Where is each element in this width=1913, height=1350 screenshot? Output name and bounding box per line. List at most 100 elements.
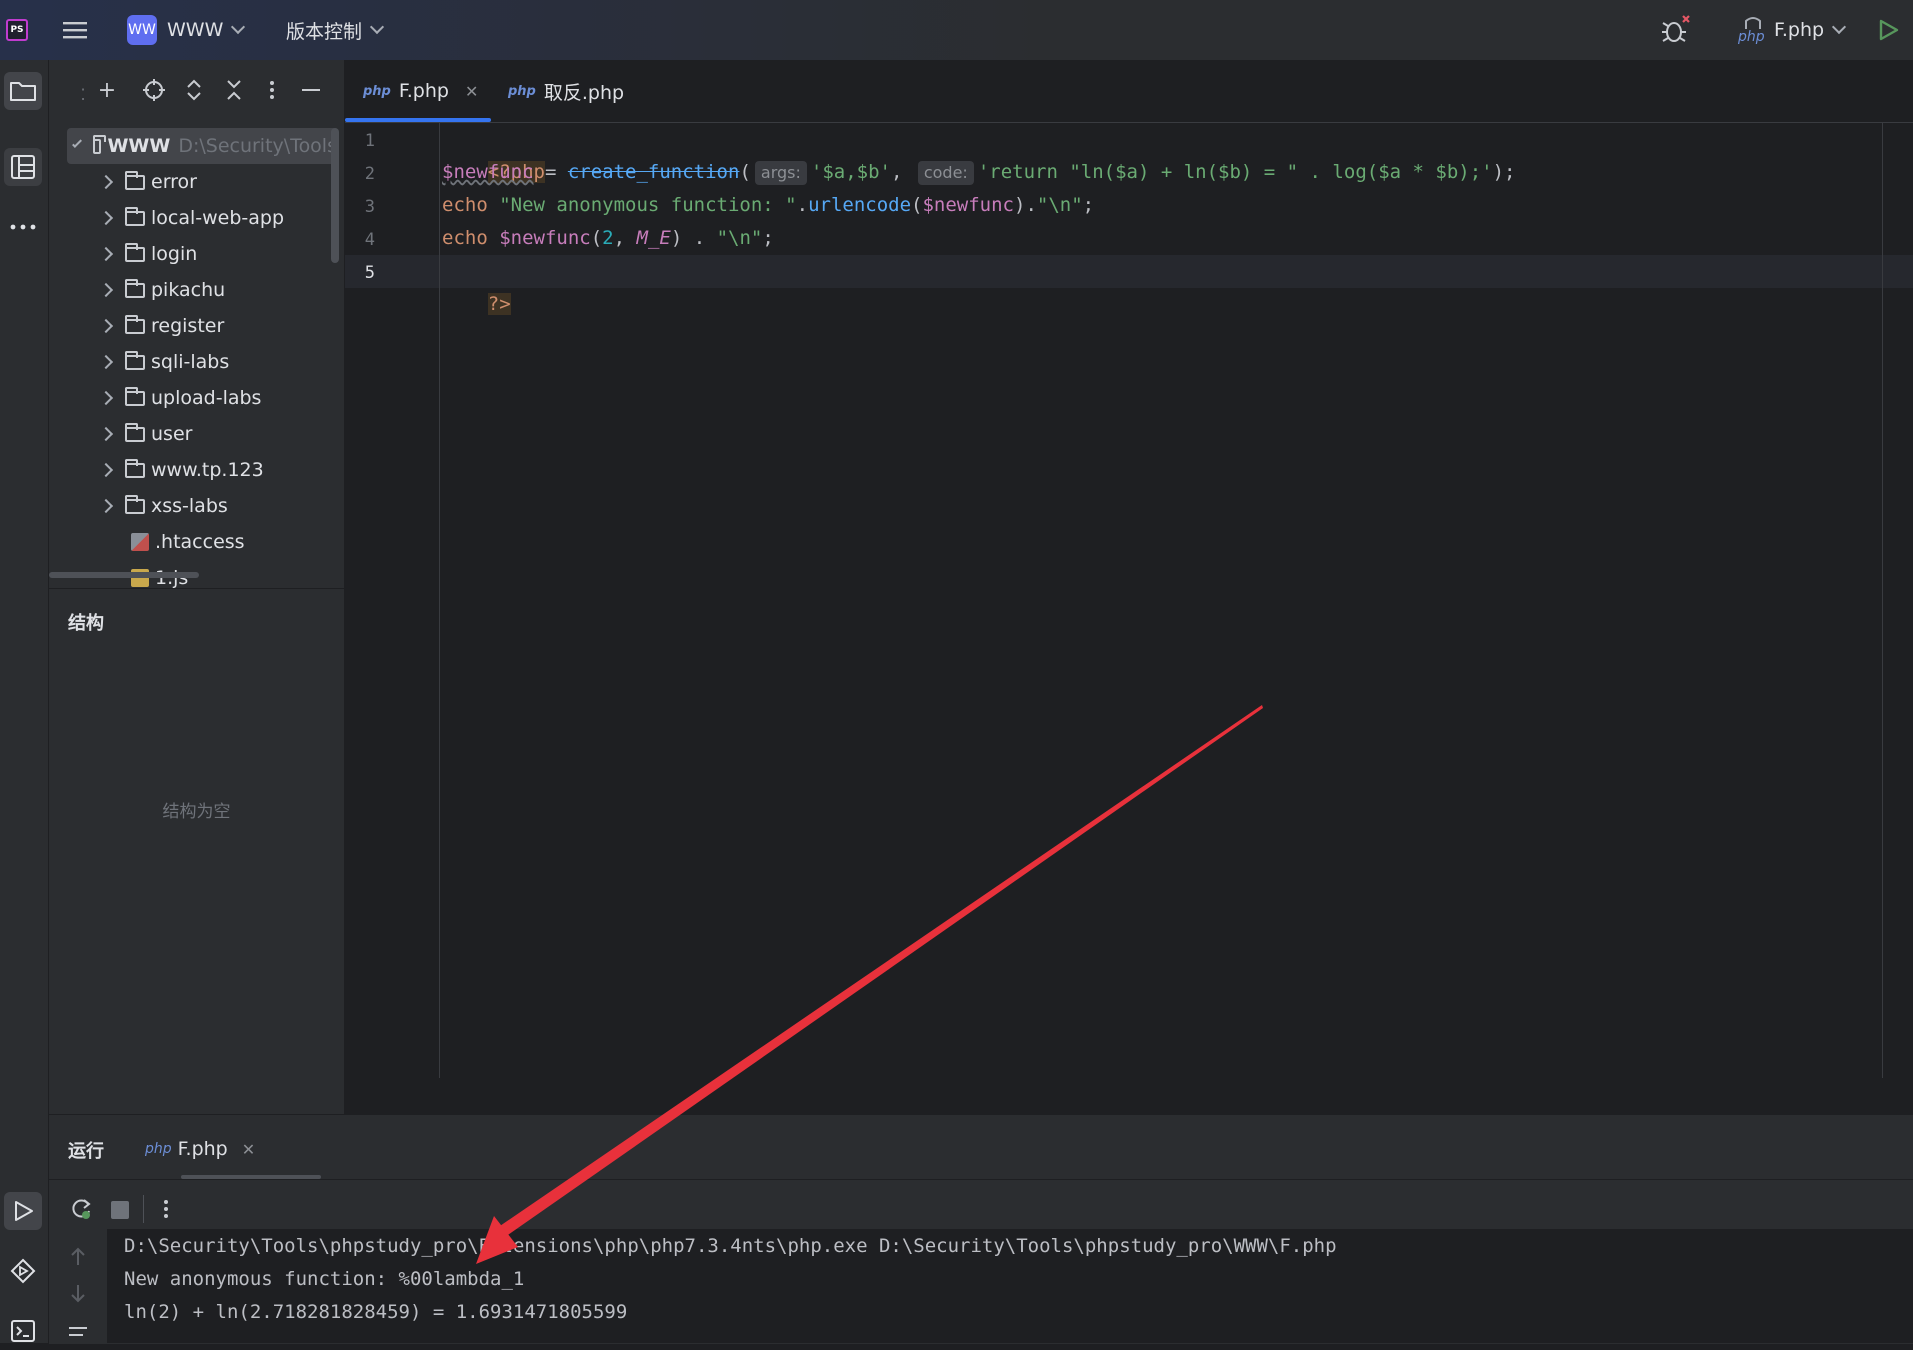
structure-title: 结构 [68,613,104,634]
chevron-right-icon[interactable] [98,174,114,190]
folder-icon [125,206,145,226]
folder-icon [125,278,145,298]
vcs-menu[interactable]: 版本控制 [286,0,385,60]
chevron-down-icon [1832,19,1847,35]
expand-all-button[interactable] [180,76,208,104]
tree-folder-item[interactable]: pikachu [49,272,225,308]
run-tab-f-php[interactable]: php F.php ✕ [145,1129,255,1169]
run-options-button[interactable] [162,1195,170,1227]
app-logo[interactable]: PS [6,0,28,60]
tree-folder-item[interactable]: register [49,308,224,344]
plus-icon: + [97,77,117,103]
code-line-5: ?> [442,255,511,315]
console-line: ln(2) + ln(2.718281828459) = 1.693147180… [124,1301,628,1323]
hide-panel-button[interactable] [297,76,325,104]
tree-folder-item[interactable]: local-web-app [49,200,284,236]
tree-folder-item[interactable]: sqli-labs [49,344,229,380]
play-icon [1879,19,1899,41]
more-vertical-icon [270,81,274,99]
run-tab-label: F.php [177,1138,228,1160]
locate-file-button[interactable] [140,76,168,104]
scroll-down-button[interactable] [69,1283,87,1309]
close-icon[interactable]: ✕ [242,1140,255,1159]
root-path: D:\Security\Tools [178,135,337,157]
more-tools-button[interactable] [4,208,42,246]
chevron-right-icon[interactable] [98,282,114,298]
line-number: 5 [364,263,375,283]
chevron-right-icon[interactable] [98,390,114,406]
soft-wrap-button[interactable] [67,1325,89,1345]
main-menu-button[interactable] [62,0,88,60]
run-tool-button[interactable] [4,1192,42,1230]
root-name: WWW [107,135,171,157]
tree-item-label: pikachu [151,279,226,301]
project-switcher[interactable]: WW WWW [127,0,246,60]
line-number: 1 [364,131,375,151]
chevron-right-icon[interactable] [98,210,114,226]
rerun-button[interactable] [67,1195,95,1223]
more-vertical-icon [164,1200,168,1218]
code-line-4: echo $newfunc(2, M_E) . "\n"; [442,227,774,249]
run-config-selector[interactable]: php F.php [1738,0,1847,60]
tree-folder-item[interactable]: error [49,164,197,200]
tree-horizontal-scrollbar[interactable] [49,572,199,578]
current-line-highlight [345,255,1913,288]
tree-folder-item[interactable]: upload-labs [49,380,261,416]
tree-item-label: login [151,243,198,265]
chevron-right-icon[interactable] [98,246,114,262]
chevron-down-icon [231,19,246,35]
rerun-icon [72,1199,91,1219]
tree-folder-item[interactable]: xss-labs [49,488,228,524]
close-icon[interactable]: ✕ [465,82,478,101]
tree-item-label: 1.js [155,567,189,589]
terminal-tool-button[interactable] [4,1312,42,1350]
chevron-right-icon[interactable] [98,426,114,442]
tree-item-label: user [151,423,193,445]
chevron-down-icon [72,137,83,149]
debug-button[interactable] [1660,0,1692,60]
php-file-icon: php [1738,15,1768,45]
chevron-right-icon[interactable] [98,318,114,334]
services-tool-button[interactable] [4,1252,42,1290]
scroll-up-button[interactable] [69,1245,87,1271]
crosshair-icon [143,79,165,101]
tree-item-label: error [151,171,197,193]
chevron-right-icon[interactable] [98,354,114,370]
tree-folder-item[interactable]: user [49,416,192,452]
hamburger-menu-icon [63,22,87,39]
options-button[interactable] [258,76,286,104]
chevron-right-icon[interactable] [98,462,114,478]
code-line-1: <?php [442,123,545,183]
run-panel-title: 运行 [68,1141,104,1162]
tree-scrollbar[interactable] [331,128,339,263]
collapse-all-icon [227,80,241,100]
chevron-right-icon[interactable] [98,498,114,514]
console-output[interactable]: D:\Security\Tools\phpstudy_pro\Extension… [107,1229,1913,1343]
run-toolbar-divider [49,1179,1913,1180]
folder-icon [10,82,36,101]
run-button[interactable] [1876,0,1900,60]
structure-tool-button[interactable] [4,148,42,186]
console-line: New anonymous function: %00lambda_1 [124,1268,525,1290]
collapse-all-button[interactable] [220,76,248,104]
project-tool-button[interactable] [4,72,42,110]
stop-button[interactable] [111,1201,129,1219]
php-file-icon: php [363,83,391,99]
expand-all-icon [187,79,201,101]
editor-tab-bar: php F.php ✕ php 取反.php [345,60,1913,123]
php-file-icon: php [508,83,536,99]
terminal-icon [11,1320,35,1342]
tree-file-item[interactable]: .htaccess [49,524,245,560]
new-file-button[interactable]: + [93,76,121,104]
folder-icon [125,494,145,514]
tree-item-label: local-web-app [151,207,285,229]
structure-panel: 结构 结构为空 [49,588,344,1115]
tree-folder-item[interactable]: login [49,236,197,272]
services-icon [10,1258,36,1284]
tree-root-www[interactable]: WWW D:\Security\Tools [67,128,337,164]
folder-icon [125,386,145,406]
tab-f-php[interactable]: php F.php ✕ [363,60,478,122]
tree-folder-item[interactable]: www.tp.123 [49,452,264,488]
code-editor[interactable]: 1 2 3 4 5 <?php $newfunc = create_functi… [345,123,1913,1078]
tab-negate-php[interactable]: php 取反.php [508,60,624,122]
